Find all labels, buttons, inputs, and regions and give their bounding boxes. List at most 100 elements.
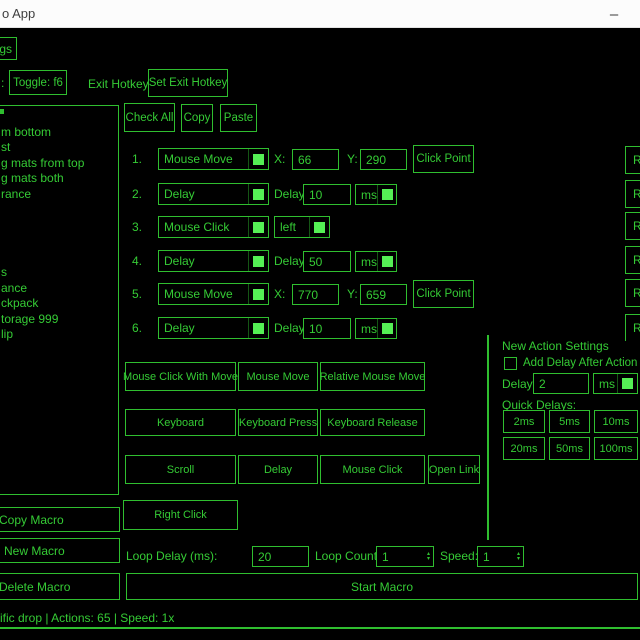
x-input[interactable]: 770 <box>292 284 339 305</box>
check-all-button[interactable]: Check All <box>124 103 175 132</box>
add-keyboard-press-button[interactable]: Keyboard Press <box>238 409 318 436</box>
y-input[interactable]: 290 <box>360 149 407 170</box>
unit-dropdown[interactable]: ms <box>355 251 397 272</box>
quick-delay-button[interactable]: 2ms <box>503 410 545 433</box>
action-type-value: Mouse Move <box>164 152 233 166</box>
add-delay-checkbox[interactable] <box>504 357 517 370</box>
delay-input[interactable]: 50 <box>303 251 351 272</box>
list-item[interactable]: torage 999 <box>0 312 118 328</box>
minimize-button[interactable]: – <box>596 0 632 28</box>
speed-value: 1 <box>483 550 490 564</box>
loop-delay-label: Loop Delay (ms): <box>126 549 217 563</box>
toggle-hotkey-button[interactable]: Toggle: f6 <box>9 70 67 95</box>
list-item[interactable]: ckpack <box>0 296 118 312</box>
new-action-unit-dropdown[interactable]: ms <box>593 373 638 394</box>
unit-dropdown[interactable]: ms <box>355 318 397 339</box>
remove-button[interactable]: R <box>625 279 640 307</box>
list-item[interactable] <box>0 109 118 125</box>
delay-input[interactable]: 10 <box>303 184 351 205</box>
status-bar-text: ific drop | Actions: 65 | Speed: 1x <box>0 611 174 625</box>
action-type-dropdown[interactable]: Mouse Click <box>158 216 269 238</box>
speed-label: Speed: <box>440 549 478 563</box>
quick-delay-button[interactable]: 10ms <box>594 410 638 433</box>
dropdown-indicator-icon <box>382 323 393 334</box>
add-mouse-move-button[interactable]: Mouse Move <box>238 362 318 391</box>
list-item[interactable] <box>0 218 118 234</box>
dropdown-indicator-icon <box>382 256 393 267</box>
dropdown-button <box>377 185 397 204</box>
remove-button[interactable]: R <box>625 180 640 208</box>
y-label: Y: <box>347 152 358 166</box>
click-point-button[interactable]: Click Point <box>413 145 474 173</box>
remove-button[interactable]: R <box>625 146 640 174</box>
add-open-link-button[interactable]: Open Link <box>428 455 480 484</box>
mouse-button-dropdown[interactable]: left <box>274 216 330 238</box>
delay-input[interactable]: 10 <box>303 318 351 339</box>
click-point-button[interactable]: Click Point <box>413 280 474 308</box>
list-item[interactable]: s <box>0 265 118 281</box>
add-right-click-button[interactable]: Right Click <box>123 500 238 530</box>
list-item[interactable]: ance <box>0 281 118 297</box>
speed-stepper[interactable]: 1 ▴▾ <box>477 546 524 567</box>
remove-button[interactable]: R <box>625 314 640 341</box>
unit-value: ms <box>361 188 377 202</box>
x-label: X: <box>274 287 285 301</box>
list-item[interactable]: rance <box>0 187 118 203</box>
action-type-dropdown[interactable]: Delay <box>158 183 269 205</box>
add-delay-label: Add Delay After Action <box>523 357 637 369</box>
add-relative-mouse-move-button[interactable]: Relative Mouse Move <box>320 362 425 391</box>
action-number: 1. <box>132 152 142 166</box>
quick-delay-button[interactable]: 20ms <box>503 437 545 460</box>
copy-button[interactable]: Copy <box>181 104 213 132</box>
action-type-dropdown[interactable]: Delay <box>158 317 269 339</box>
dropdown-button <box>377 319 397 338</box>
list-item[interactable]: m bottom <box>0 125 118 141</box>
action-type-dropdown[interactable]: Mouse Move <box>158 283 269 305</box>
unit-dropdown[interactable]: ms <box>355 184 397 205</box>
quick-delay-button[interactable]: 50ms <box>549 437 590 460</box>
list-item[interactable]: g mats both <box>0 171 118 187</box>
quick-delay-button[interactable]: 5ms <box>549 410 590 433</box>
action-type-value: Delay <box>164 321 195 335</box>
action-type-value: Mouse Move <box>164 287 233 301</box>
loop-count-label: Loop Count: <box>315 549 380 563</box>
add-scroll-button[interactable]: Scroll <box>125 455 236 484</box>
new-macro-button[interactable]: New Macro <box>0 538 120 563</box>
dropdown-indicator-icon <box>253 189 264 200</box>
loop-count-stepper[interactable]: 1 ▴▾ <box>376 546 434 567</box>
set-exit-hotkey-button[interactable]: Set Exit Hotkey <box>148 69 228 97</box>
list-item[interactable] <box>0 234 118 250</box>
macro-list: m bottom st g mats from top g mats both … <box>0 105 119 495</box>
action-type-dropdown[interactable]: Mouse Move <box>158 148 269 170</box>
copy-macro-button[interactable]: Copy Macro <box>0 507 120 532</box>
settings-button[interactable]: gs <box>0 37 17 60</box>
x-input[interactable]: 66 <box>292 149 339 170</box>
stepper-arrows-icon[interactable]: ▴▾ <box>517 552 520 562</box>
dropdown-button <box>248 251 268 271</box>
add-mouse-click-with-move-button[interactable]: Mouse Click With Move <box>125 362 236 391</box>
quick-delay-button[interactable]: 100ms <box>594 437 638 460</box>
action-type-dropdown[interactable]: Delay <box>158 250 269 272</box>
list-item[interactable] <box>0 203 118 219</box>
add-keyboard-release-button[interactable]: Keyboard Release <box>320 409 425 436</box>
add-delay-button[interactable]: Delay <box>238 455 318 484</box>
list-item[interactable] <box>0 249 118 265</box>
list-item[interactable]: lip <box>0 327 118 343</box>
paste-button[interactable]: Paste <box>220 104 257 132</box>
remove-button[interactable]: R <box>625 246 640 274</box>
y-input[interactable]: 659 <box>360 284 407 305</box>
panel-separator <box>487 335 489 540</box>
list-item[interactable]: g mats from top <box>0 156 118 172</box>
dropdown-button <box>248 284 268 304</box>
dropdown-button <box>617 374 637 393</box>
new-action-delay-input[interactable]: 2 <box>533 373 589 394</box>
list-item[interactable]: st <box>0 140 118 156</box>
add-mouse-click-button[interactable]: Mouse Click <box>320 455 425 484</box>
add-keyboard-button[interactable]: Keyboard <box>125 409 236 436</box>
remove-button[interactable]: R <box>625 212 640 240</box>
start-macro-button[interactable]: Start Macro <box>126 573 638 600</box>
stepper-arrows-icon[interactable]: ▴▾ <box>427 552 430 562</box>
loop-delay-input[interactable]: 20 <box>252 546 309 567</box>
delete-macro-button[interactable]: Delete Macro <box>0 573 120 600</box>
status-bar-divider <box>0 627 640 629</box>
